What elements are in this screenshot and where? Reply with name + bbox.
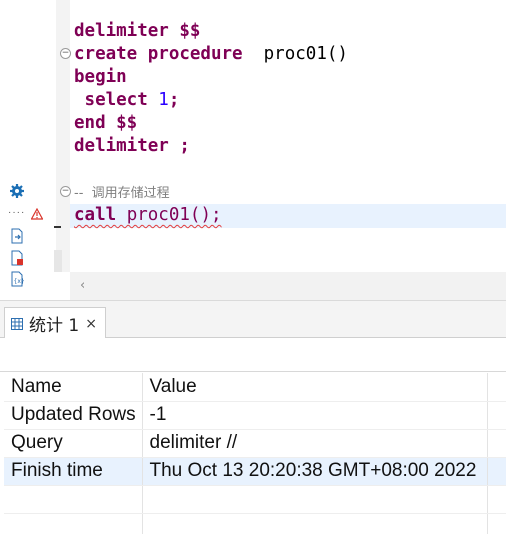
results-toolbar xyxy=(0,338,506,372)
keyword: select xyxy=(74,90,148,110)
code-text: $$ xyxy=(168,21,201,41)
cell-value: -1 xyxy=(142,401,488,430)
cell-empty xyxy=(4,485,143,514)
code-line-5: end $$ xyxy=(74,112,137,135)
tab-label: 统计 1 xyxy=(29,316,80,336)
statistics-table: Name Value Updated Rows -1 Query delimit… xyxy=(4,373,506,534)
cell-name: Finish time xyxy=(4,457,143,486)
cell-filler xyxy=(487,401,506,430)
sql-comment: -- 调用存储过程 xyxy=(74,186,170,201)
more-dots-icon: ···· xyxy=(8,207,26,218)
change-marker xyxy=(54,250,62,272)
keyword: begin xyxy=(74,67,127,87)
svg-text:{x}: {x} xyxy=(14,278,25,285)
table-row-selected[interactable]: Finish time Thu Oct 13 20:20:38 GMT+08:0… xyxy=(4,457,506,486)
cell-value: Value xyxy=(142,373,488,402)
cell-empty xyxy=(142,513,488,534)
keyword: call xyxy=(74,205,117,225)
cell-empty xyxy=(487,485,506,514)
code-text: $$ xyxy=(105,113,138,133)
fold-toggle-comment[interactable]: − xyxy=(60,186,71,197)
keyword: end xyxy=(74,113,106,133)
keyword: create procedure xyxy=(74,44,243,64)
horizontal-scrollbar[interactable]: ‹ xyxy=(70,272,506,300)
code-text: proc01() xyxy=(242,44,348,64)
fold-toggle-procedure[interactable]: − xyxy=(60,48,71,59)
export-icon[interactable] xyxy=(9,228,25,244)
code-line-4: select 1; xyxy=(74,89,180,112)
table-icon xyxy=(11,317,23,330)
cell-value: Thu Oct 13 20:20:38 GMT+08:00 2022 xyxy=(142,457,488,486)
table-row-empty[interactable] xyxy=(4,513,506,534)
number-literal: 1 xyxy=(147,90,169,110)
keyword: delimiter xyxy=(74,21,169,41)
file-error-icon[interactable] xyxy=(9,250,25,266)
code-line-2: create procedure proc01() xyxy=(74,43,348,66)
table-row-empty[interactable] xyxy=(4,485,506,514)
warning-icon[interactable] xyxy=(31,208,43,220)
cell-empty xyxy=(4,513,143,534)
code-line-7: -- 调用存储过程 xyxy=(74,181,170,204)
cell-name: Name xyxy=(4,373,143,402)
code-line-3: begin xyxy=(74,66,127,89)
cell-name: Query xyxy=(4,429,143,458)
cell-filler xyxy=(487,457,506,486)
cell-filler xyxy=(487,429,506,458)
cell-empty xyxy=(142,485,488,514)
code-line-6: delimiter ; xyxy=(74,135,190,158)
table-row[interactable]: Query delimiter // xyxy=(4,429,506,458)
gear-icon[interactable] xyxy=(9,183,25,199)
scroll-left-icon[interactable]: ‹ xyxy=(80,278,85,293)
code-text: ; xyxy=(168,136,190,156)
cell-value: delimiter // xyxy=(142,429,488,458)
tab-statistics-1[interactable]: 统计 1 × xyxy=(4,307,106,339)
code-line-8: call proc01(); xyxy=(74,204,222,227)
close-icon[interactable]: × xyxy=(85,316,97,332)
table-row[interactable]: Name Value xyxy=(4,373,506,402)
table-row[interactable]: Updated Rows -1 xyxy=(4,401,506,430)
cell-filler xyxy=(487,373,506,402)
results-tab-bar: 统计 1 × xyxy=(0,300,506,339)
keyword: delimiter xyxy=(74,136,169,156)
cell-empty xyxy=(487,513,506,534)
code-text: proc01(); xyxy=(116,205,222,225)
sql-editor[interactable]: − − delimiter $$ create procedure proc01… xyxy=(0,0,506,300)
line-marker xyxy=(54,226,61,228)
folding-ruler xyxy=(56,0,70,272)
file-script-icon[interactable]: {x} xyxy=(9,271,25,287)
results-panel: 统计 1 × Name Value Updated Rows -1 Query … xyxy=(0,300,506,534)
code-text: ; xyxy=(168,90,180,110)
cell-name: Updated Rows xyxy=(4,401,143,430)
code-line-1: delimiter $$ xyxy=(74,20,200,43)
